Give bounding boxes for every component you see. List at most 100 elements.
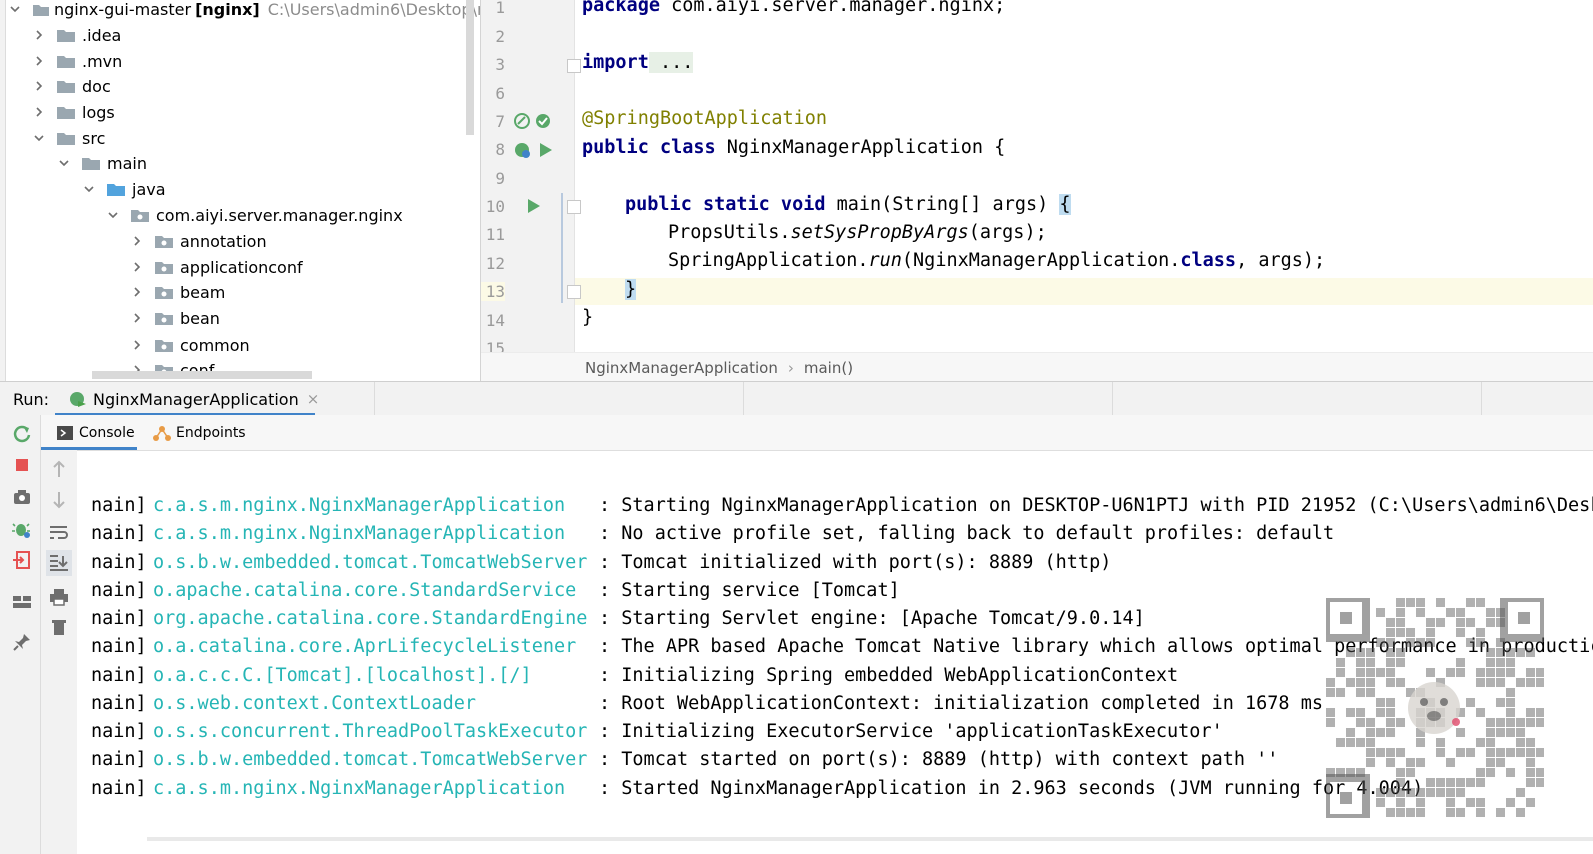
fold-marker[interactable] <box>567 59 581 73</box>
close-icon[interactable]: × <box>307 390 320 408</box>
log-message: : Started NginxManagerApplication in 2.9… <box>599 778 1424 799</box>
chevron-right-icon[interactable] <box>32 79 46 93</box>
tree-item-label: bean <box>180 308 220 328</box>
arrow-up-icon[interactable] <box>48 458 70 480</box>
stop-icon[interactable] <box>11 454 33 476</box>
pin-icon[interactable] <box>11 631 33 653</box>
tree-item-annotation[interactable]: annotation <box>130 230 267 252</box>
tree-item-java[interactable]: java <box>82 178 166 200</box>
breadcrumb-separator: › <box>787 358 794 377</box>
chevron-right-icon[interactable] <box>130 338 144 352</box>
logger-link[interactable]: o.a.catalina.core.AprLifecycleListener <box>153 636 576 657</box>
chevron-down-icon[interactable] <box>57 156 71 170</box>
folded-imports[interactable]: ... <box>648 52 694 73</box>
layout-icon[interactable] <box>11 591 33 613</box>
qr-module <box>1496 618 1505 627</box>
login-icon[interactable] <box>11 549 33 571</box>
tree-item-beam[interactable]: beam <box>130 281 225 303</box>
package-icon <box>154 260 174 274</box>
qr-module <box>1496 808 1505 817</box>
code-text: (args); <box>968 222 1047 243</box>
qr-module <box>1346 768 1355 777</box>
fold-marker[interactable] <box>567 200 581 214</box>
qr-module <box>1526 718 1535 727</box>
folder-icon <box>81 156 101 170</box>
qr-module <box>1496 648 1505 657</box>
tree-item-applicationconf[interactable]: applicationconf <box>130 256 303 278</box>
qr-module <box>1536 708 1544 717</box>
logger-link[interactable]: c.a.s.m.nginx.NginxManagerApplication <box>153 495 565 516</box>
qr-module <box>1326 718 1335 727</box>
tab-endpoints[interactable]: Endpoints <box>153 415 246 450</box>
qr-module <box>1416 798 1425 807</box>
chevron-right-icon[interactable] <box>32 105 46 119</box>
chevron-right-icon[interactable] <box>32 54 46 68</box>
soft-wrap-icon[interactable] <box>48 522 70 544</box>
qr-module <box>1326 688 1335 697</box>
logger-link[interactable]: o.apache.catalina.core.StandardService <box>153 580 576 601</box>
thread-name: nain] <box>91 778 147 799</box>
qr-module <box>1446 608 1455 617</box>
tree-item-bean[interactable]: bean <box>130 307 220 329</box>
tree-item-common[interactable]: common <box>130 334 250 356</box>
tree-item-src[interactable]: src <box>32 127 105 149</box>
trash-icon[interactable] <box>48 616 70 638</box>
run-icon[interactable] <box>539 142 553 162</box>
qr-module <box>1406 638 1415 647</box>
chevron-down-icon[interactable] <box>8 2 22 16</box>
chevron-down-icon[interactable] <box>106 208 120 222</box>
tree-edge <box>0 0 6 381</box>
breadcrumb-class[interactable]: NginxManagerApplication <box>585 359 778 377</box>
qr-module <box>1396 798 1405 807</box>
tree-horizontal-scrollbar[interactable] <box>92 371 312 379</box>
tree-vertical-scrollbar[interactable] <box>466 0 474 135</box>
chevron-right-icon[interactable] <box>130 260 144 274</box>
arrow-down-icon[interactable] <box>48 489 70 511</box>
qr-module <box>1496 698 1505 707</box>
console-horizontal-scrollbar[interactable] <box>147 837 1593 841</box>
run-tab[interactable]: NginxManagerApplication × <box>55 382 333 416</box>
fold-marker[interactable] <box>567 285 581 299</box>
code-editor[interactable]: 1 2 3 6 7 8 9 10 11 12 13 14 15 package … <box>481 0 1593 382</box>
chevron-right-icon[interactable] <box>130 285 144 299</box>
bean-icon[interactable] <box>513 141 531 163</box>
chevron-down-icon[interactable] <box>82 182 96 196</box>
tree-item-mvn[interactable]: .mvn <box>32 50 122 72</box>
console-line: nain] o.s.s.concurrent.ThreadPoolTaskExec… <box>91 721 1223 742</box>
run-icon[interactable] <box>527 198 541 218</box>
logger-link[interactable]: c.a.s.m.nginx.NginxManagerApplication <box>153 523 565 544</box>
logger-link[interactable]: o.a.c.c.C.[Tomcat].[localhost].[/] <box>153 665 532 686</box>
qr-module <box>1396 788 1405 797</box>
logger-link[interactable]: org.apache.catalina.core.StandardEngine <box>153 608 587 629</box>
camera-icon[interactable] <box>11 486 33 508</box>
qr-module <box>1416 608 1425 617</box>
chevron-right-icon[interactable] <box>130 311 144 325</box>
folder-icon <box>56 28 76 42</box>
logger-link[interactable]: o.s.b.w.embedded.tomcat.TomcatWebServer <box>153 552 587 573</box>
rerun-icon[interactable] <box>11 423 33 445</box>
tree-item-logs[interactable]: logs <box>32 101 115 123</box>
logger-link[interactable]: o.s.b.w.embedded.tomcat.TomcatWebServer <box>153 749 587 770</box>
tree-item-idea[interactable]: .idea <box>32 24 121 46</box>
tree-item-main[interactable]: main <box>57 152 147 174</box>
chevron-right-icon[interactable] <box>32 28 46 42</box>
chevron-down-icon[interactable] <box>32 131 46 145</box>
tab-console[interactable]: Console <box>41 415 137 450</box>
bean-icon[interactable] <box>513 112 531 134</box>
console-line: nain] c.a.s.m.nginx.NginxManagerApplicati… <box>91 778 1423 799</box>
logger-link[interactable]: o.s.s.concurrent.ThreadPoolTaskExecutor <box>153 721 587 742</box>
qr-module <box>1476 668 1485 677</box>
debug-bug-icon[interactable] <box>11 518 33 540</box>
tree-item-doc[interactable]: doc <box>32 75 111 97</box>
breadcrumb-method[interactable]: main() <box>804 359 853 377</box>
tree-item-package[interactable]: com.aiyi.server.manager.nginx <box>106 204 403 226</box>
chevron-right-icon[interactable] <box>130 234 144 248</box>
print-icon[interactable] <box>48 586 70 608</box>
qr-module <box>1366 758 1375 767</box>
tree-root-row[interactable]: nginx-gui-master [nginx] C:\Users\admin6… <box>8 0 480 20</box>
scroll-to-end-icon[interactable] <box>46 550 72 576</box>
logger-link[interactable]: o.s.web.context.ContextLoader <box>153 693 476 714</box>
logger-link[interactable]: c.a.s.m.nginx.NginxManagerApplication <box>153 778 565 799</box>
qr-module <box>1436 598 1445 607</box>
bean-icon[interactable] <box>534 112 552 134</box>
